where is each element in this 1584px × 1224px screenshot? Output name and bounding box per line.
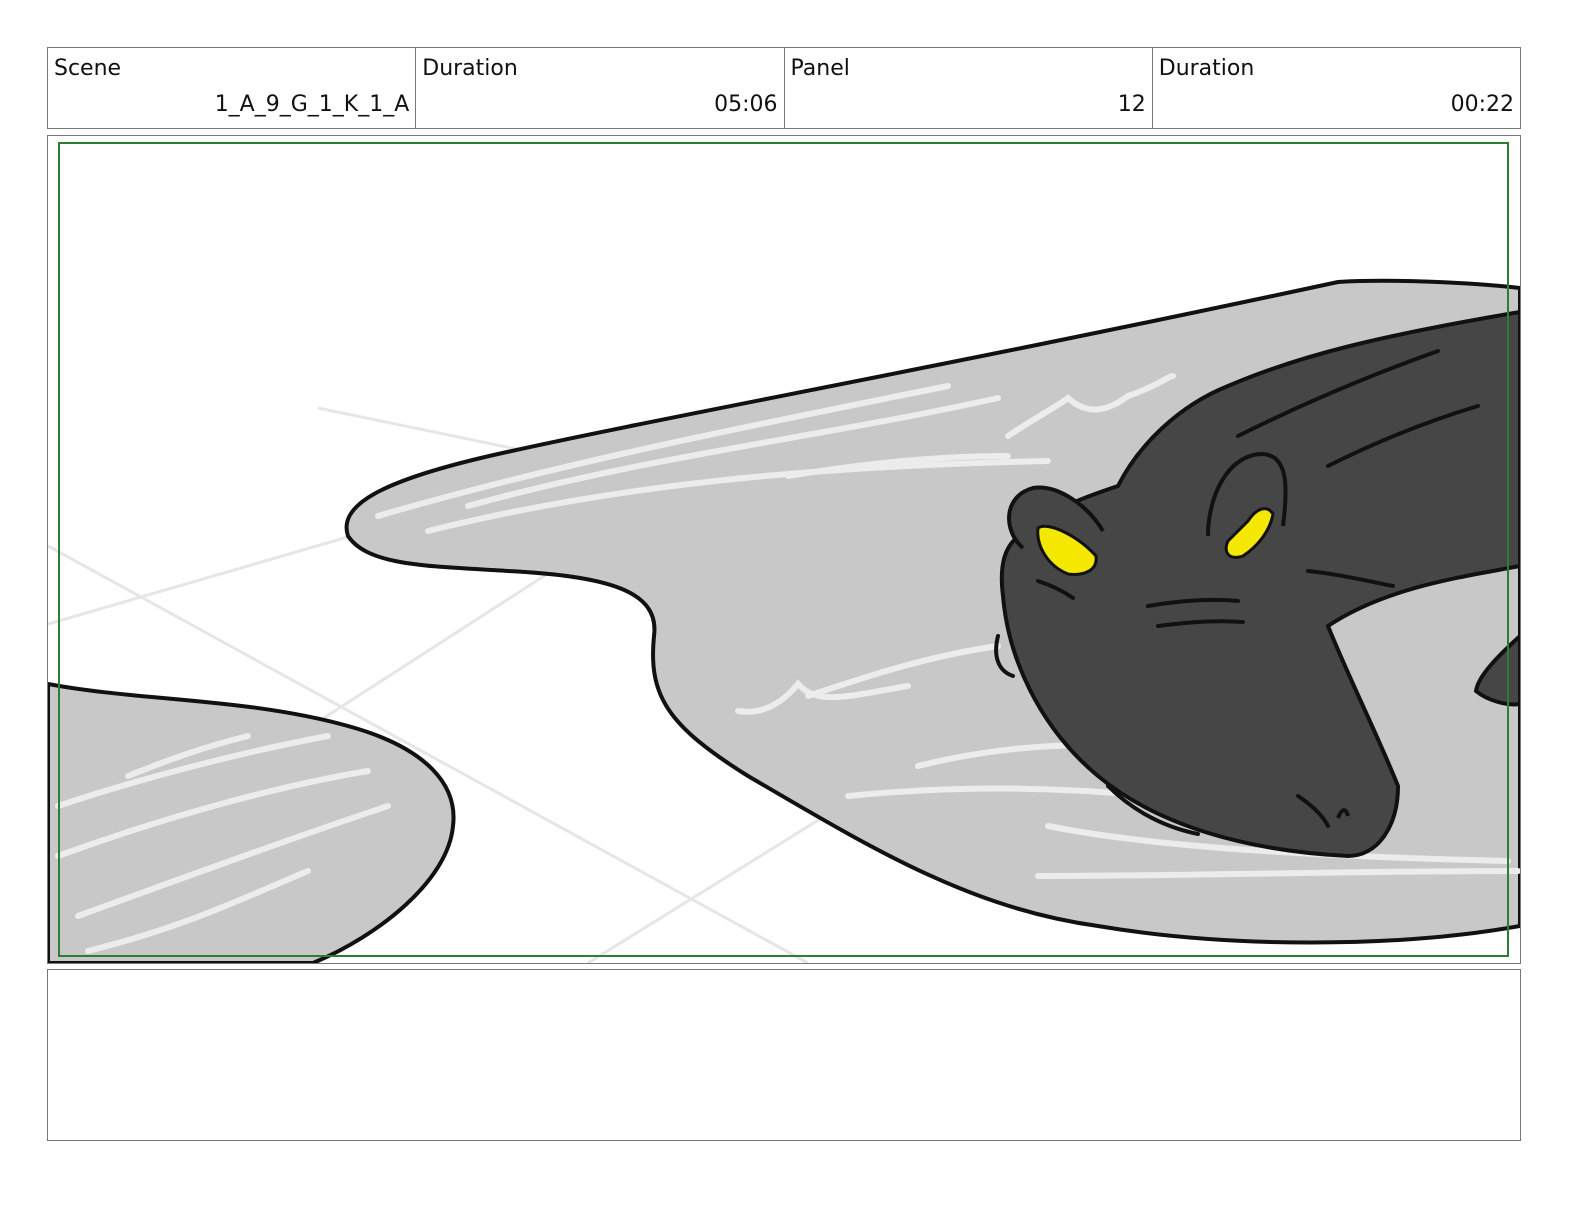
panel-info-header: Scene 1_A_9_G_1_K_1_A Duration 05:06 Pan… [47, 47, 1521, 129]
panel-value: 12 [1117, 92, 1146, 117]
panel-duration-cell: Duration 00:22 [1153, 48, 1520, 128]
scene-label: Scene [54, 56, 122, 81]
panel-duration-label: Duration [1158, 56, 1255, 81]
scene-duration-value: 05:06 [714, 92, 778, 117]
scene-duration-cell: Duration 05:06 [416, 48, 785, 128]
scene-duration-label: Duration [422, 56, 518, 81]
scene-cell: Scene 1_A_9_G_1_K_1_A [48, 48, 417, 128]
panel-illustration [48, 142, 1520, 963]
storyboard-panel [47, 135, 1521, 964]
panel-duration-value: 00:22 [1450, 92, 1514, 117]
panel-cell: Panel 12 [785, 48, 1153, 128]
scene-value: 1_A_9_G_1_K_1_A [214, 92, 410, 117]
water-pool-left [48, 681, 456, 963]
panel-notes-box[interactable] [47, 969, 1521, 1141]
panel-label: Panel [790, 56, 850, 81]
